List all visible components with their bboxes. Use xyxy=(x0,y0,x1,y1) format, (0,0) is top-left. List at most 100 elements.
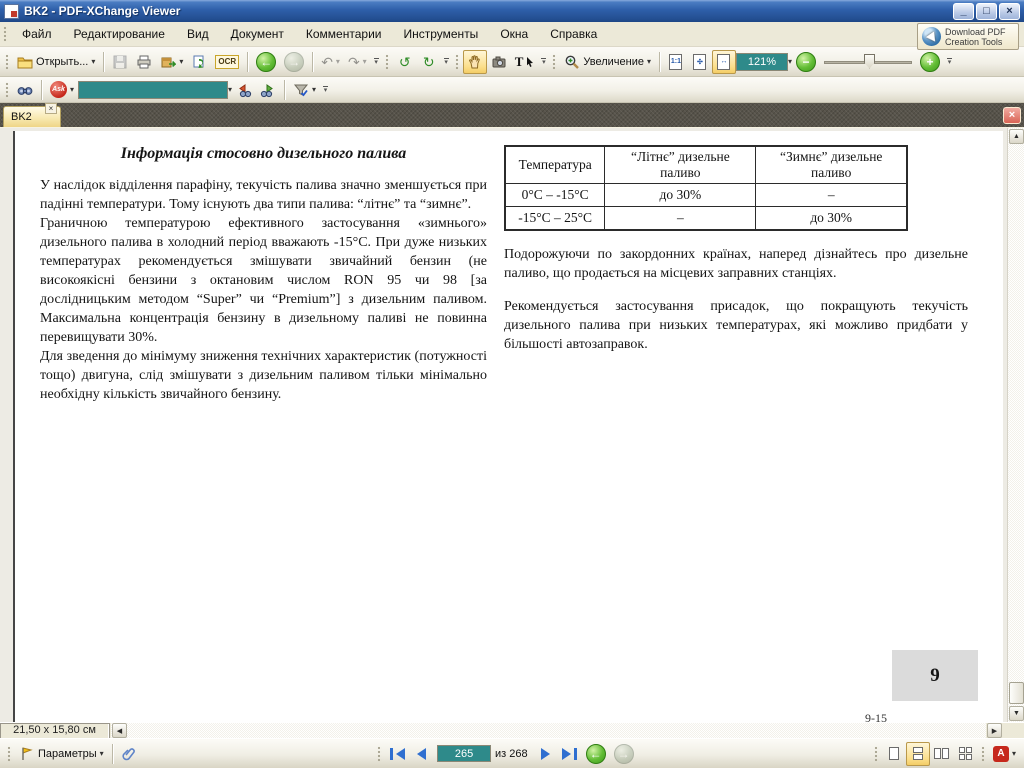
menu-windows[interactable]: Окна xyxy=(489,22,539,46)
pdf-page[interactable]: Інформація стосовно дизельного палива У … xyxy=(13,131,1003,722)
filter-button[interactable]: ▾ xyxy=(289,78,320,102)
print-button[interactable] xyxy=(132,50,156,74)
toolbar-grip[interactable] xyxy=(5,82,10,98)
horizontal-scrollbar[interactable] xyxy=(111,723,986,739)
chevron-down-icon[interactable]: ▾ xyxy=(1012,749,1016,758)
toolbar-overflow-button[interactable]: ▾ xyxy=(444,58,449,65)
chevron-down-icon[interactable]: ▾ xyxy=(647,57,651,66)
menu-edit[interactable]: Редактирование xyxy=(63,22,176,46)
toolbar-grip[interactable] xyxy=(3,26,8,42)
single-page-layout-button[interactable] xyxy=(882,742,906,766)
main-toolbar: Открыть... ▾ ▾ OCR ← → ↶ ▾ ↷ ▾ ▾ ↺ ↻ ▾ xyxy=(0,47,1024,77)
hand-tool-button[interactable] xyxy=(463,50,487,74)
scroll-up-button[interactable]: ▲ xyxy=(1009,129,1024,144)
zoom-slider[interactable] xyxy=(824,52,912,72)
toolbar-grip[interactable] xyxy=(455,54,460,70)
chevron-down-icon[interactable]: ▾ xyxy=(70,85,74,94)
scroll-down-button[interactable]: ▼ xyxy=(1009,706,1024,721)
open-in-acrobat-button[interactable]: A ▾ xyxy=(989,742,1020,766)
menu-comments[interactable]: Комментарии xyxy=(295,22,393,46)
toolbar-grip[interactable] xyxy=(981,746,986,762)
toolbar-grip[interactable] xyxy=(7,746,12,762)
find-previous-button[interactable] xyxy=(232,78,256,102)
close-pane-button[interactable]: × xyxy=(1003,107,1021,124)
snapshot-button[interactable] xyxy=(487,50,511,74)
toolbar-overflow-button[interactable]: ▾ xyxy=(947,58,952,65)
facing-layout-button[interactable] xyxy=(930,742,954,766)
options-button[interactable]: Параметры ▾ xyxy=(15,742,108,766)
flag-icon xyxy=(19,746,35,762)
paragraph: У наслідок відділення парафіну, текучіст… xyxy=(40,176,487,214)
chevron-down-icon[interactable]: ▾ xyxy=(179,57,183,66)
document-viewport[interactable]: Інформація стосовно дизельного палива У … xyxy=(0,128,1024,722)
fit-page-button[interactable]: ✣ xyxy=(688,50,712,74)
toolbar-grip[interactable] xyxy=(385,54,390,70)
next-page-button[interactable] xyxy=(534,742,558,766)
select-text-button[interactable]: T xyxy=(511,50,539,74)
paragraph: Подорожуючи по закордонних країнах, напе… xyxy=(504,245,968,283)
toolbar-grip[interactable] xyxy=(552,54,557,70)
facing-continuous-layout-button[interactable] xyxy=(954,742,978,766)
download-pdf-tools-button[interactable]: Download PDF Creation Tools xyxy=(917,23,1019,50)
attachments-button[interactable] xyxy=(117,742,141,766)
menu-document[interactable]: Документ xyxy=(220,22,295,46)
go-back-button[interactable]: ← xyxy=(252,50,280,74)
right-column: Температура “Літнє” дизельне паливо “Зим… xyxy=(504,145,968,354)
export-icon xyxy=(160,54,176,70)
rotate-ccw-button[interactable]: ↺ xyxy=(393,50,417,74)
maximize-button[interactable]: □ xyxy=(976,3,997,20)
menu-file[interactable]: Файл xyxy=(11,22,63,46)
previous-page-button[interactable] xyxy=(409,742,433,766)
tab-bk2[interactable]: BK2 × xyxy=(3,106,61,127)
chevron-down-icon[interactable]: ▾ xyxy=(100,749,104,758)
rotate-cw-button[interactable]: ↻ xyxy=(417,50,441,74)
ask-button[interactable]: Ask ▾ xyxy=(46,78,78,102)
save-button[interactable] xyxy=(108,50,132,74)
page-footer-ref: 9-15 xyxy=(865,711,887,722)
chevron-down-icon: ▾ xyxy=(444,60,448,65)
page-number-field[interactable]: 265 xyxy=(437,745,491,762)
zoom-in-button[interactable]: + xyxy=(916,50,944,74)
zoom-tool-button[interactable]: Увеличение ▾ xyxy=(560,50,655,74)
menu-tools[interactable]: Инструменты xyxy=(392,22,489,46)
close-button[interactable]: × xyxy=(999,3,1020,20)
zoom-tool-label: Увеличение xyxy=(583,56,644,68)
menu-help[interactable]: Справка xyxy=(539,22,608,46)
toolbar-overflow-button[interactable]: ▾ xyxy=(323,86,328,93)
vertical-scrollbar[interactable]: ▲ ▼ xyxy=(1007,128,1024,722)
toolbar-overflow-button[interactable]: ▾ xyxy=(374,58,379,65)
undo-button[interactable]: ↶ ▾ xyxy=(317,50,344,74)
fit-width-button[interactable]: ↔ xyxy=(712,50,736,74)
open-button[interactable]: Открыть... ▾ xyxy=(13,50,99,74)
view-back-button[interactable]: ← xyxy=(582,742,610,766)
view-forward-button[interactable]: → xyxy=(610,742,638,766)
toolbar-grip[interactable] xyxy=(874,746,879,762)
first-page-button[interactable] xyxy=(385,742,409,766)
scan-button[interactable] xyxy=(187,50,211,74)
toolbar-grip[interactable] xyxy=(5,54,10,70)
toolbar-grip[interactable] xyxy=(377,746,382,762)
ocr-button[interactable]: OCR xyxy=(211,50,243,74)
chevron-down-icon[interactable]: ▾ xyxy=(312,85,316,94)
separator xyxy=(659,52,660,72)
go-forward-button[interactable]: → xyxy=(280,50,308,74)
scroll-right-button[interactable]: ▶ xyxy=(987,723,1002,738)
find-next-button[interactable] xyxy=(256,78,280,102)
redo-button[interactable]: ↷ ▾ xyxy=(344,50,371,74)
search-input[interactable] xyxy=(78,81,228,99)
export-button[interactable]: ▾ xyxy=(156,50,187,74)
slider-thumb[interactable] xyxy=(864,54,875,69)
last-page-button[interactable] xyxy=(558,742,582,766)
continuous-layout-button[interactable] xyxy=(906,742,930,766)
scroll-left-button[interactable]: ◀ xyxy=(112,723,127,738)
zoom-level-field[interactable]: 121% xyxy=(736,53,788,71)
zoom-out-button[interactable]: − xyxy=(792,50,820,74)
toolbar-overflow-button[interactable]: ▾ xyxy=(541,58,546,65)
tab-close-icon[interactable]: × xyxy=(45,103,57,114)
search-button[interactable] xyxy=(13,78,37,102)
minimize-button[interactable]: _ xyxy=(953,3,974,20)
actual-size-button[interactable]: 1:1 xyxy=(664,50,688,74)
chevron-down-icon[interactable]: ▾ xyxy=(91,57,95,66)
menu-view[interactable]: Вид xyxy=(176,22,220,46)
vertical-scroll-thumb[interactable] xyxy=(1009,682,1024,704)
